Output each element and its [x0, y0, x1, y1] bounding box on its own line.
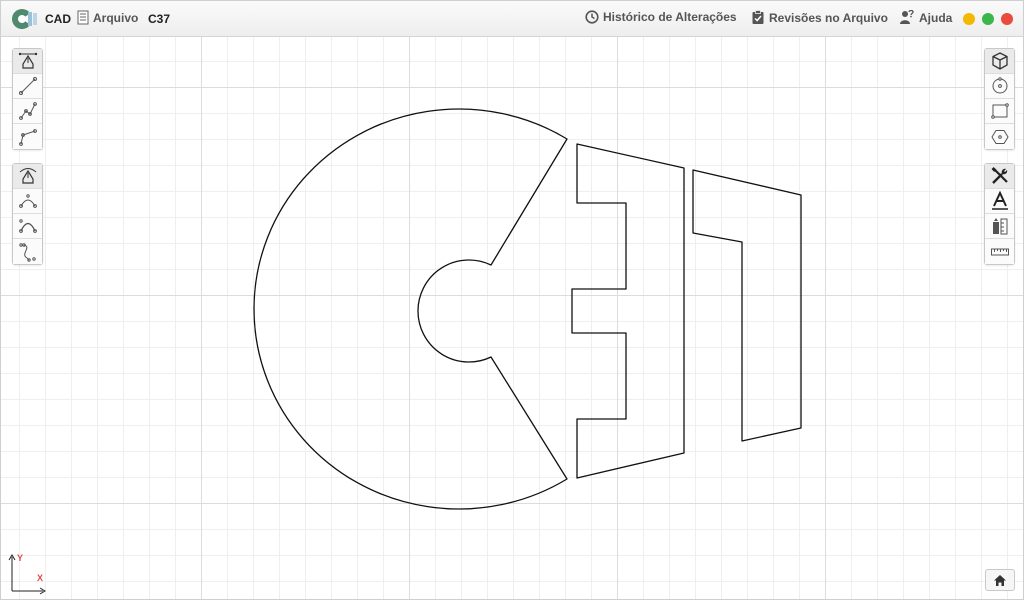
c37-drawing [253, 108, 802, 510]
spline-tool-button[interactable] [13, 239, 42, 264]
spline-icon [18, 242, 36, 262]
ruler-icon [990, 248, 1009, 255]
text-icon [991, 191, 1008, 210]
history-label: Histórico de Alterações [603, 10, 737, 24]
app-window: CAD Arquivo C37 Histórico de Alterações [0, 0, 1024, 600]
line-icon [18, 77, 37, 95]
three-letter-shape [571, 143, 685, 479]
wrench-screwdriver-icon [991, 167, 1008, 184]
arc-3point-icon [18, 219, 37, 233]
clipboard-check-icon [752, 10, 764, 24]
help-button[interactable]: Ajuda [899, 10, 952, 25]
close-button[interactable] [1001, 13, 1013, 25]
home-icon [994, 574, 1006, 586]
rectangle-icon [990, 103, 1009, 119]
arc-tool-button[interactable] [13, 189, 42, 214]
line-tool-button[interactable] [13, 74, 42, 99]
hexagon-icon [990, 129, 1009, 144]
box-3d-icon [991, 52, 1008, 70]
c-letter-shape [253, 108, 568, 510]
axis-indicator: Y X [7, 553, 47, 595]
ruler-tool-button[interactable] [985, 239, 1014, 264]
right-toolbar-shapes [984, 48, 1015, 150]
app-logo [12, 9, 37, 29]
text-tool-button[interactable] [985, 189, 1014, 214]
help-label: Ajuda [919, 10, 953, 25]
home-view-button[interactable] [985, 569, 1015, 591]
polyline-icon [18, 102, 37, 120]
clock-icon [585, 10, 599, 24]
dimensions-icon [992, 218, 1007, 235]
pen-nib-icon [18, 52, 37, 69]
right-toolbar-tools [984, 163, 1015, 265]
drawing-canvas[interactable] [1, 37, 1023, 599]
axis-x-label: X [37, 573, 44, 583]
revisions-label: Revisões no Arquivo [769, 10, 888, 25]
header-bar: CAD Arquivo C37 Histórico de Alterações [1, 1, 1023, 37]
seven-letter-shape [692, 169, 802, 442]
tools-button[interactable] [985, 164, 1014, 189]
minimize-button[interactable] [963, 13, 975, 25]
circle-icon [992, 77, 1007, 94]
file-menu[interactable]: Arquivo [77, 10, 138, 25]
rectangle-tool-button[interactable] [985, 99, 1014, 124]
document-title: C37 [148, 12, 171, 26]
circle-tool-button[interactable] [985, 74, 1014, 99]
polyline-tool-button[interactable] [13, 99, 42, 124]
box-3d-tool-button[interactable] [985, 49, 1014, 74]
help-user-icon [900, 10, 914, 24]
bezier-tool-button[interactable] [13, 164, 42, 189]
revisions-button[interactable]: Revisões no Arquivo [751, 10, 888, 25]
arc-3point-tool-button[interactable] [13, 214, 42, 239]
history-button[interactable]: Histórico de Alterações [585, 10, 737, 24]
curve-line-tool-button[interactable] [13, 124, 42, 149]
file-menu-label: Arquivo [93, 10, 139, 25]
hexagon-tool-button[interactable] [985, 124, 1014, 149]
left-toolbar-curves [12, 163, 43, 265]
left-toolbar-draw [12, 48, 43, 150]
document-icon [77, 10, 89, 25]
maximize-button[interactable] [982, 13, 994, 25]
axis-y-label: Y [17, 553, 24, 563]
dimensions-tool-button[interactable] [985, 214, 1014, 239]
bezier-pen-icon [19, 168, 36, 184]
draw-tool-button[interactable] [13, 49, 42, 74]
app-name: CAD [45, 12, 71, 26]
arc-icon [18, 194, 37, 208]
curve-line-icon [18, 128, 37, 146]
